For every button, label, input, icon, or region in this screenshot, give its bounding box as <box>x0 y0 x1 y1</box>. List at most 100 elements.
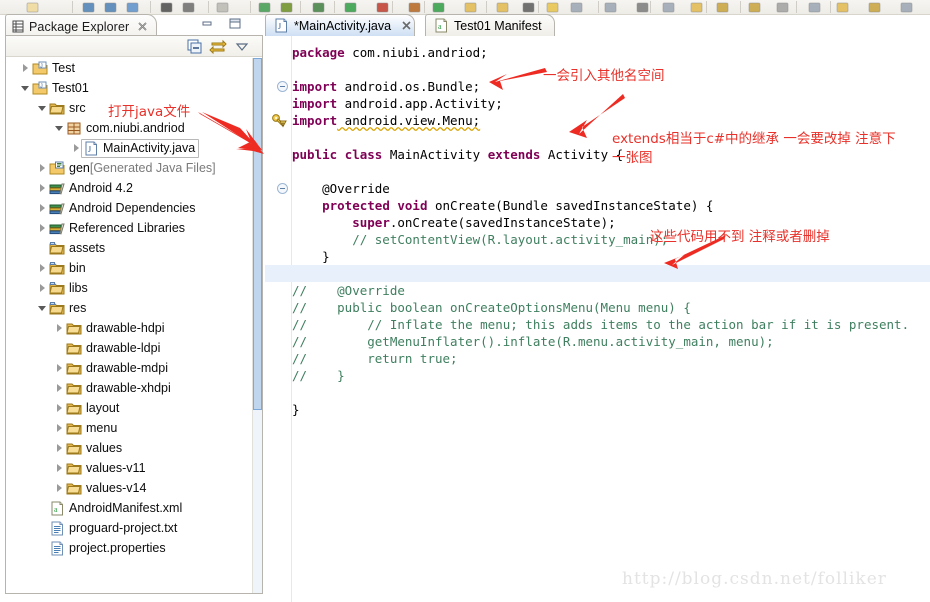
code-line-19[interactable]: // return true; <box>292 350 458 367</box>
tree-node-content[interactable]: gen [Generated Java Files] <box>49 161 216 176</box>
open-task-icon[interactable] <box>496 2 509 13</box>
tree-node-content[interactable]: values-v11 <box>66 461 146 476</box>
code-line-5[interactable]: import android.view.Menu; <box>292 112 480 129</box>
tree-item-menu[interactable]: menu <box>6 418 253 438</box>
code-line-7[interactable]: public class MainActivity extends Activi… <box>292 146 623 163</box>
chevron-right-icon[interactable] <box>71 143 82 154</box>
tree-node-content[interactable]: libs <box>49 281 88 296</box>
chevron-right-icon[interactable] <box>37 263 48 274</box>
back-icon[interactable] <box>604 2 617 13</box>
editor-tab-mainactivity-java[interactable]: J *MainActivity.java <box>265 14 415 36</box>
tree-item-values-v14[interactable]: values-v14 <box>6 478 253 498</box>
code-line-15[interactable]: // @Override <box>292 282 405 299</box>
tree-node-content[interactable]: com.niubi.andriod <box>66 121 185 136</box>
chevron-right-icon[interactable] <box>37 183 48 194</box>
tree-node-content[interactable]: proguard-project.txt <box>49 521 177 536</box>
tree-item-bin[interactable]: bin <box>6 258 253 278</box>
tree-item-drawable-hdpi[interactable]: drawable-hdpi <box>6 318 253 338</box>
tree-node-content[interactable]: J Test01 <box>32 81 89 96</box>
tree-item-android-4-2[interactable]: Android 4.2 <box>6 178 253 198</box>
code-line-2[interactable] <box>292 61 300 78</box>
code-line-20[interactable]: // } <box>292 367 345 384</box>
run-icon[interactable] <box>344 2 357 13</box>
tree-item-gen[interactable]: gen [Generated Java Files] <box>6 158 253 178</box>
code-line-9[interactable]: @Override <box>292 180 390 197</box>
collapse-all-icon[interactable] <box>187 39 203 57</box>
android-sdk-manager-icon[interactable] <box>258 2 271 13</box>
code-line-11[interactable]: super.onCreate(savedInstanceState); <box>292 214 615 231</box>
code-line-12[interactable]: // setContentView(R.layout.activity_main… <box>292 231 668 248</box>
new-wizard-icon[interactable] <box>26 2 39 13</box>
tree-item-layout[interactable]: layout <box>6 398 253 418</box>
tree-node-content[interactable]: bin <box>49 261 86 276</box>
chevron-down-icon[interactable] <box>37 303 48 314</box>
tree-node-content[interactable]: drawable-ldpi <box>66 341 160 356</box>
close-icon[interactable] <box>401 20 412 31</box>
chevron-right-icon[interactable] <box>54 403 65 414</box>
tree-node-content[interactable]: layout <box>66 401 119 416</box>
chevron-down-icon[interactable] <box>20 83 31 94</box>
previous-annotation-icon[interactable] <box>522 2 535 13</box>
code-line-17[interactable]: // // Inflate the menu; this adds items … <box>292 316 909 333</box>
tree-node-content[interactable]: assets <box>49 241 105 256</box>
chevron-right-icon[interactable] <box>54 323 65 334</box>
minimize-view-button[interactable] <box>201 18 213 29</box>
chevron-right-icon[interactable] <box>54 443 65 454</box>
code-line-18[interactable]: // getMenuInflater().inflate(R.menu.acti… <box>292 333 774 350</box>
tree-node-content[interactable]: values-v14 <box>66 481 146 496</box>
package-explorer-tab[interactable]: Package Explorer <box>5 14 158 36</box>
tree-item-values[interactable]: values <box>6 438 253 458</box>
toolbar-icon-28[interactable] <box>868 2 881 13</box>
eclipse-toolbar[interactable] <box>0 0 930 15</box>
java-perspective-icon[interactable] <box>716 2 729 13</box>
toolbar-icon-26[interactable] <box>808 2 821 13</box>
print-icon[interactable] <box>126 2 139 13</box>
chevron-right-icon[interactable] <box>54 463 65 474</box>
new-class-icon[interactable] <box>432 2 445 13</box>
tree-item-drawable-xhdpi[interactable]: drawable-xhdpi <box>6 378 253 398</box>
tree-node-content[interactable]: a AndroidManifest.xml <box>49 501 182 516</box>
new-java-package-icon[interactable] <box>408 2 421 13</box>
chevron-right-icon[interactable] <box>54 483 65 494</box>
code-line-4[interactable]: import android.app.Activity; <box>292 95 503 112</box>
toolbar-icon-29[interactable] <box>900 2 913 13</box>
code-line-16[interactable]: // public boolean onCreateOptionsMenu(Me… <box>292 299 691 316</box>
toolbar-icon-27[interactable] <box>836 2 849 13</box>
perspective-icon[interactable] <box>690 2 703 13</box>
view-menu-icon[interactable] <box>235 41 249 55</box>
tree-item-res[interactable]: res <box>6 298 253 318</box>
selected-tree-node[interactable]: J MainActivity.java <box>81 138 200 158</box>
tree-node-content[interactable]: values <box>66 441 122 456</box>
tree-item-referenced-libraries[interactable]: Referenced Libraries <box>6 218 253 238</box>
close-icon[interactable] <box>137 21 148 32</box>
chevron-right-icon[interactable] <box>37 203 48 214</box>
code-line-13[interactable]: } <box>292 248 330 265</box>
chevron-right-icon[interactable] <box>37 283 48 294</box>
fold-collapse-icon[interactable] <box>277 183 288 194</box>
code-line-14[interactable] <box>292 265 300 282</box>
pin-editor-icon[interactable] <box>662 2 675 13</box>
debug-icon[interactable] <box>312 2 325 13</box>
code-line-21[interactable] <box>292 384 300 401</box>
chevron-down-icon[interactable] <box>37 103 48 114</box>
tree-item-test01[interactable]: J Test01 <box>6 78 253 98</box>
android-avd-manager-icon[interactable] <box>280 2 293 13</box>
chevron-right-icon[interactable] <box>54 383 65 394</box>
code-line-6[interactable] <box>292 129 300 146</box>
toolbar-icon-24[interactable] <box>748 2 761 13</box>
forward-icon[interactable] <box>636 2 649 13</box>
code-line-8[interactable] <box>292 163 300 180</box>
tree-item-android-dependencies[interactable]: Android Dependencies <box>6 198 253 218</box>
tree-item-proguard-project-txt[interactable]: proguard-project.txt <box>6 518 253 538</box>
code-line-10[interactable]: protected void onCreate(Bundle savedInst… <box>292 197 713 214</box>
toolbar-icon-25[interactable] <box>776 2 789 13</box>
fold-collapse-icon[interactable] <box>277 81 288 92</box>
editor-tab-test01-manifest[interactable]: a Test01 Manifest <box>425 14 555 36</box>
tree-node-content[interactable]: drawable-hdpi <box>66 321 165 336</box>
tree-node-content[interactable]: res <box>49 301 86 316</box>
export-icon[interactable] <box>160 2 173 13</box>
link-with-editor-icon[interactable] <box>209 39 227 57</box>
last-edit-location-icon[interactable] <box>570 2 583 13</box>
build-icon[interactable] <box>182 2 195 13</box>
stop-icon[interactable] <box>376 2 389 13</box>
